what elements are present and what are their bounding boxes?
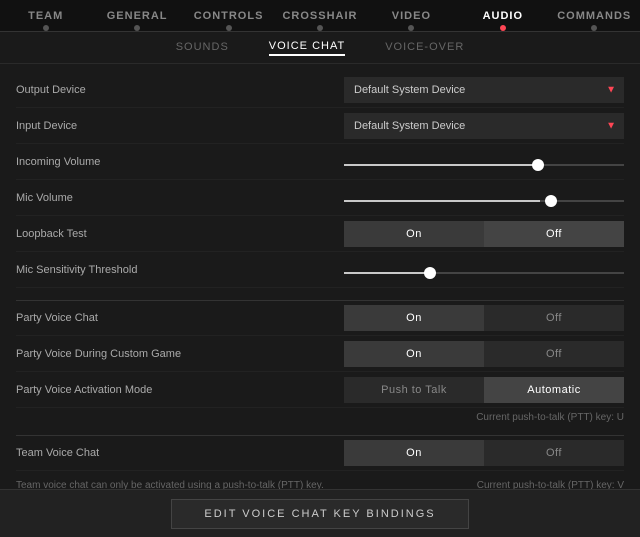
party-ptt-key-text: Current push-to-talk (PTT) key: U [476, 410, 624, 427]
party-activation-ptt-button[interactable]: Push to Talk [344, 377, 484, 403]
output-device-dropdown-wrapper: Default System Device ▼ [344, 77, 624, 103]
bottom-bar: EDIT VOICE CHAT KEY BINDINGS [0, 489, 640, 537]
party-voice-chat-control: On Off [236, 305, 624, 331]
sub-nav: SOUNDS VOICE CHAT VOICE-OVER [0, 32, 640, 64]
team-voice-chat-label: Team Voice Chat [16, 447, 236, 459]
party-voice-custom-control: On Off [236, 341, 624, 367]
team-warning-row: Team voice chat can only be activated us… [16, 471, 624, 489]
nav-item-team[interactable]: TEAM [0, 0, 91, 31]
party-voice-chat-row: Party Voice Chat On Off [16, 300, 624, 336]
team-voice-chat-off-button[interactable]: Off [484, 440, 624, 466]
input-device-dropdown[interactable]: Default System Device [344, 113, 624, 139]
team-warning-text: Team voice chat can only be activated us… [16, 480, 467, 489]
team-voice-chat-on-button[interactable]: On [344, 440, 484, 466]
incoming-volume-slider[interactable] [344, 164, 624, 166]
sub-nav-sounds[interactable]: SOUNDS [176, 41, 229, 55]
incoming-volume-control [236, 155, 624, 169]
nav-item-general[interactable]: GENERAL [91, 0, 182, 31]
loopback-test-control: On Off [236, 221, 624, 247]
sub-nav-voice-over[interactable]: VOICE-OVER [385, 41, 464, 55]
party-voice-chat-off-button[interactable]: Off [484, 305, 624, 331]
nav-item-video[interactable]: VIDEO [366, 0, 457, 31]
loopback-test-label: Loopback Test [16, 228, 236, 240]
team-voice-chat-control: On Off [236, 440, 624, 466]
party-voice-custom-toggle-group: On Off [344, 341, 624, 367]
nav-item-controls[interactable]: CONTROLS [183, 0, 274, 31]
team-ptt-key-text: Current push-to-talk (PTT) key: V [477, 480, 624, 489]
party-activation-label: Party Voice Activation Mode [16, 384, 236, 396]
mic-volume-slider[interactable] [344, 200, 624, 202]
mic-threshold-slider[interactable] [344, 272, 624, 274]
loopback-test-row: Loopback Test On Off [16, 216, 624, 252]
nav-item-audio[interactable]: AUDIO [457, 0, 548, 31]
mic-volume-row: Mic Volume [16, 180, 624, 216]
incoming-volume-row: Incoming Volume [16, 144, 624, 180]
team-voice-chat-toggle-group: On Off [344, 440, 624, 466]
mic-volume-slider-wrapper [344, 191, 624, 205]
party-voice-custom-row: Party Voice During Custom Game On Off [16, 336, 624, 372]
top-nav: TEAM GENERAL CONTROLS CROSSHAIR VIDEO AU… [0, 0, 640, 32]
party-activation-row: Party Voice Activation Mode Push to Talk… [16, 372, 624, 408]
output-device-row: Output Device Default System Device ▼ [16, 72, 624, 108]
party-activation-toggle-group: Push to Talk Automatic [344, 377, 624, 403]
nav-item-commands[interactable]: COMMANDS [549, 0, 640, 31]
party-voice-custom-on-button[interactable]: On [344, 341, 484, 367]
output-device-label: Output Device [16, 84, 236, 96]
loopback-toggle-group: On Off [344, 221, 624, 247]
sub-nav-voice-chat[interactable]: VOICE CHAT [269, 40, 345, 56]
nav-item-crosshair[interactable]: CROSSHAIR [274, 0, 365, 31]
mic-threshold-control [236, 263, 624, 277]
party-voice-chat-on-button[interactable]: On [344, 305, 484, 331]
input-device-label: Input Device [16, 120, 236, 132]
party-voice-custom-off-button[interactable]: Off [484, 341, 624, 367]
loopback-on-button[interactable]: On [344, 221, 484, 247]
team-voice-chat-row: Team Voice Chat On Off [16, 435, 624, 471]
edit-voice-chat-keybindings-button[interactable]: EDIT VOICE CHAT KEY BINDINGS [171, 499, 468, 529]
input-device-dropdown-wrapper: Default System Device ▼ [344, 113, 624, 139]
input-device-row: Input Device Default System Device ▼ [16, 108, 624, 144]
party-voice-chat-toggle-group: On Off [344, 305, 624, 331]
mic-threshold-row: Mic Sensitivity Threshold [16, 252, 624, 288]
party-voice-chat-label: Party Voice Chat [16, 312, 236, 324]
party-voice-custom-label: Party Voice During Custom Game [16, 348, 236, 360]
party-activation-control: Push to Talk Automatic [236, 377, 624, 403]
party-activation-auto-button[interactable]: Automatic [484, 377, 624, 403]
party-ptt-info-row: Current push-to-talk (PTT) key: U [16, 408, 624, 431]
incoming-volume-label: Incoming Volume [16, 156, 236, 168]
settings-content: Output Device Default System Device ▼ In… [0, 64, 640, 489]
mic-volume-control [236, 191, 624, 205]
loopback-off-button[interactable]: Off [484, 221, 624, 247]
input-device-control: Default System Device ▼ [236, 113, 624, 139]
output-device-control: Default System Device ▼ [236, 77, 624, 103]
mic-volume-label: Mic Volume [16, 192, 236, 204]
mic-threshold-slider-wrapper [344, 263, 624, 277]
incoming-volume-slider-wrapper [344, 155, 624, 169]
output-device-dropdown[interactable]: Default System Device [344, 77, 624, 103]
mic-threshold-label: Mic Sensitivity Threshold [16, 264, 236, 276]
